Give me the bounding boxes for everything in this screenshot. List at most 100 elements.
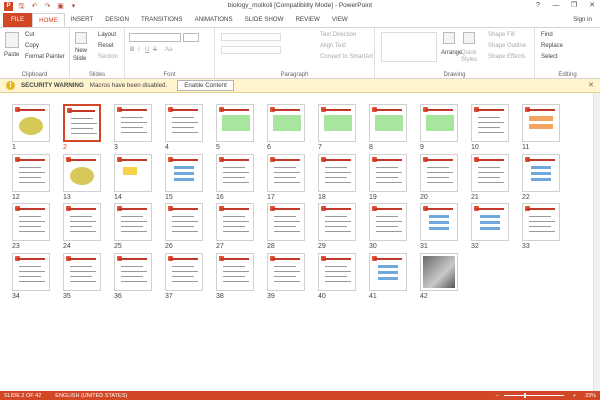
slide-thumbnail[interactable] bbox=[165, 203, 203, 241]
paste-button[interactable]: Paste bbox=[4, 52, 19, 58]
slide-thumbnail[interactable] bbox=[369, 203, 407, 241]
tab-animations[interactable]: ANIMATIONS bbox=[189, 13, 239, 27]
new-slide-button[interactable]: New bbox=[75, 48, 87, 54]
slide-thumbnail[interactable] bbox=[63, 203, 101, 241]
customize-qat-icon[interactable]: ▾ bbox=[69, 2, 78, 11]
slide-thumbnail[interactable] bbox=[267, 153, 305, 192]
zoom-slider[interactable] bbox=[503, 393, 564, 398]
sign-in-link[interactable]: Sign in bbox=[573, 13, 592, 27]
slide-thumbnail[interactable] bbox=[420, 252, 458, 291]
layout-button[interactable]: Layout bbox=[98, 32, 116, 38]
tab-design[interactable]: DESIGN bbox=[99, 13, 135, 27]
minimize-button[interactable]: — bbox=[550, 1, 562, 11]
slide-thumbnail[interactable] bbox=[216, 153, 254, 192]
slide-thumbnail[interactable] bbox=[420, 104, 458, 142]
slide-thumbnail[interactable] bbox=[318, 153, 356, 192]
convert-smartart-button[interactable]: Convert to SmartArt bbox=[320, 54, 373, 60]
slide-thumbnail[interactable] bbox=[63, 252, 101, 291]
slide-thumbnail[interactable] bbox=[12, 252, 50, 291]
close-warning-icon[interactable]: ✕ bbox=[588, 81, 594, 89]
slide-thumbnail[interactable] bbox=[318, 252, 356, 291]
help-button[interactable]: ? bbox=[532, 1, 544, 11]
slide-thumbnail[interactable] bbox=[216, 252, 254, 291]
align-text-button[interactable]: Align Text bbox=[320, 43, 346, 49]
slide-thumbnail[interactable] bbox=[63, 153, 101, 192]
start-slideshow-icon[interactable]: ▣ bbox=[56, 2, 65, 11]
zoom-out-icon[interactable]: − bbox=[492, 393, 499, 399]
slide-thumbnail[interactable] bbox=[522, 153, 560, 192]
font-size-combo[interactable] bbox=[183, 33, 199, 42]
strikethrough-button[interactable]: S bbox=[153, 47, 157, 53]
shape-effects-button[interactable]: Shape Effects bbox=[488, 54, 525, 60]
slide-thumbnail[interactable] bbox=[318, 203, 356, 241]
zoom-in-icon[interactable]: + bbox=[569, 393, 576, 399]
tab-view[interactable]: VIEW bbox=[326, 13, 354, 27]
copy-button[interactable]: Copy bbox=[25, 43, 39, 49]
reset-button[interactable]: Reset bbox=[98, 43, 114, 49]
slide-thumbnail[interactable] bbox=[216, 104, 254, 142]
slide-number: 13 bbox=[63, 193, 71, 201]
language-status[interactable]: ENGLISH (UNITED STATES) bbox=[41, 393, 127, 399]
quick-styles-button[interactable]: Quick Styles bbox=[461, 50, 483, 64]
slide-thumbnail[interactable] bbox=[471, 203, 509, 241]
slide-thumbnail[interactable] bbox=[471, 153, 509, 192]
slide-thumbnail[interactable] bbox=[12, 104, 50, 142]
slide-thumbnail[interactable] bbox=[114, 153, 152, 192]
undo-icon[interactable]: ↶ bbox=[30, 2, 39, 11]
slide-thumbnail[interactable] bbox=[471, 104, 509, 142]
cut-button[interactable]: Cut bbox=[25, 32, 34, 38]
section-button[interactable]: Section bbox=[98, 54, 118, 60]
list-buttons[interactable] bbox=[221, 33, 281, 41]
redo-icon[interactable]: ↷ bbox=[43, 2, 52, 11]
zoom-level[interactable]: 33% bbox=[581, 393, 596, 399]
shape-fill-button[interactable]: Shape Fill bbox=[488, 32, 515, 38]
slide-thumbnail[interactable] bbox=[369, 104, 407, 142]
slide-thumbnail[interactable] bbox=[267, 252, 305, 291]
tab-review[interactable]: REVIEW bbox=[289, 13, 325, 27]
tab-insert[interactable]: INSERT bbox=[65, 13, 100, 27]
slide-thumbnail[interactable] bbox=[420, 153, 458, 192]
slide-thumbnail[interactable] bbox=[420, 203, 458, 241]
enable-content-button[interactable]: Enable Content bbox=[177, 80, 234, 91]
slide-thumbnail[interactable] bbox=[12, 203, 50, 241]
shape-outline-button[interactable]: Shape Outline bbox=[488, 43, 526, 49]
slide-thumbnail[interactable] bbox=[369, 252, 407, 291]
restore-button[interactable]: ❐ bbox=[568, 1, 580, 11]
text-direction-button[interactable]: Text Direction bbox=[320, 32, 356, 38]
slide-thumbnail[interactable] bbox=[522, 203, 560, 241]
slide-thumbnail[interactable] bbox=[165, 104, 203, 142]
select-button[interactable]: Select bbox=[541, 54, 558, 60]
slide-thumbnail[interactable] bbox=[318, 104, 356, 142]
format-painter-button[interactable]: Format Painter bbox=[25, 54, 65, 60]
vertical-scrollbar[interactable] bbox=[593, 93, 600, 391]
alignment-buttons[interactable] bbox=[221, 46, 281, 54]
slide-thumbnail[interactable] bbox=[216, 203, 254, 241]
zoom-slider-thumb[interactable] bbox=[523, 393, 526, 398]
slide-thumbnail[interactable] bbox=[114, 203, 152, 241]
slide-thumbnail[interactable] bbox=[165, 153, 203, 192]
font-name-combo[interactable] bbox=[129, 33, 181, 42]
underline-button[interactable]: U bbox=[145, 47, 149, 53]
tab-slide-show[interactable]: SLIDE SHOW bbox=[239, 13, 290, 27]
shapes-gallery[interactable] bbox=[381, 32, 437, 62]
close-button[interactable]: ✕ bbox=[586, 1, 598, 11]
bold-button[interactable]: B bbox=[130, 47, 134, 53]
slide-thumbnail[interactable] bbox=[522, 104, 560, 142]
slide-thumbnail[interactable] bbox=[114, 252, 152, 291]
change-case-button[interactable]: Aa bbox=[165, 47, 172, 53]
tab-file[interactable]: FILE bbox=[3, 13, 33, 27]
italic-button[interactable]: I bbox=[138, 47, 140, 53]
slide-thumbnail[interactable] bbox=[165, 252, 203, 291]
arrange-button[interactable]: Arrange bbox=[441, 50, 462, 56]
slide-thumbnail[interactable] bbox=[63, 104, 101, 142]
slide-thumbnail[interactable] bbox=[114, 104, 152, 142]
slide-thumbnail[interactable] bbox=[12, 153, 50, 192]
slide-thumbnail[interactable] bbox=[267, 203, 305, 241]
slide-thumbnail[interactable] bbox=[267, 104, 305, 142]
save-icon[interactable]: 🖫 bbox=[17, 2, 26, 11]
find-button[interactable]: Find bbox=[541, 32, 553, 38]
slide-thumbnail[interactable] bbox=[369, 153, 407, 192]
replace-button[interactable]: Replace bbox=[541, 43, 563, 49]
tab-transitions[interactable]: TRANSITIONS bbox=[135, 13, 189, 27]
tab-home[interactable]: HOME bbox=[32, 13, 65, 27]
